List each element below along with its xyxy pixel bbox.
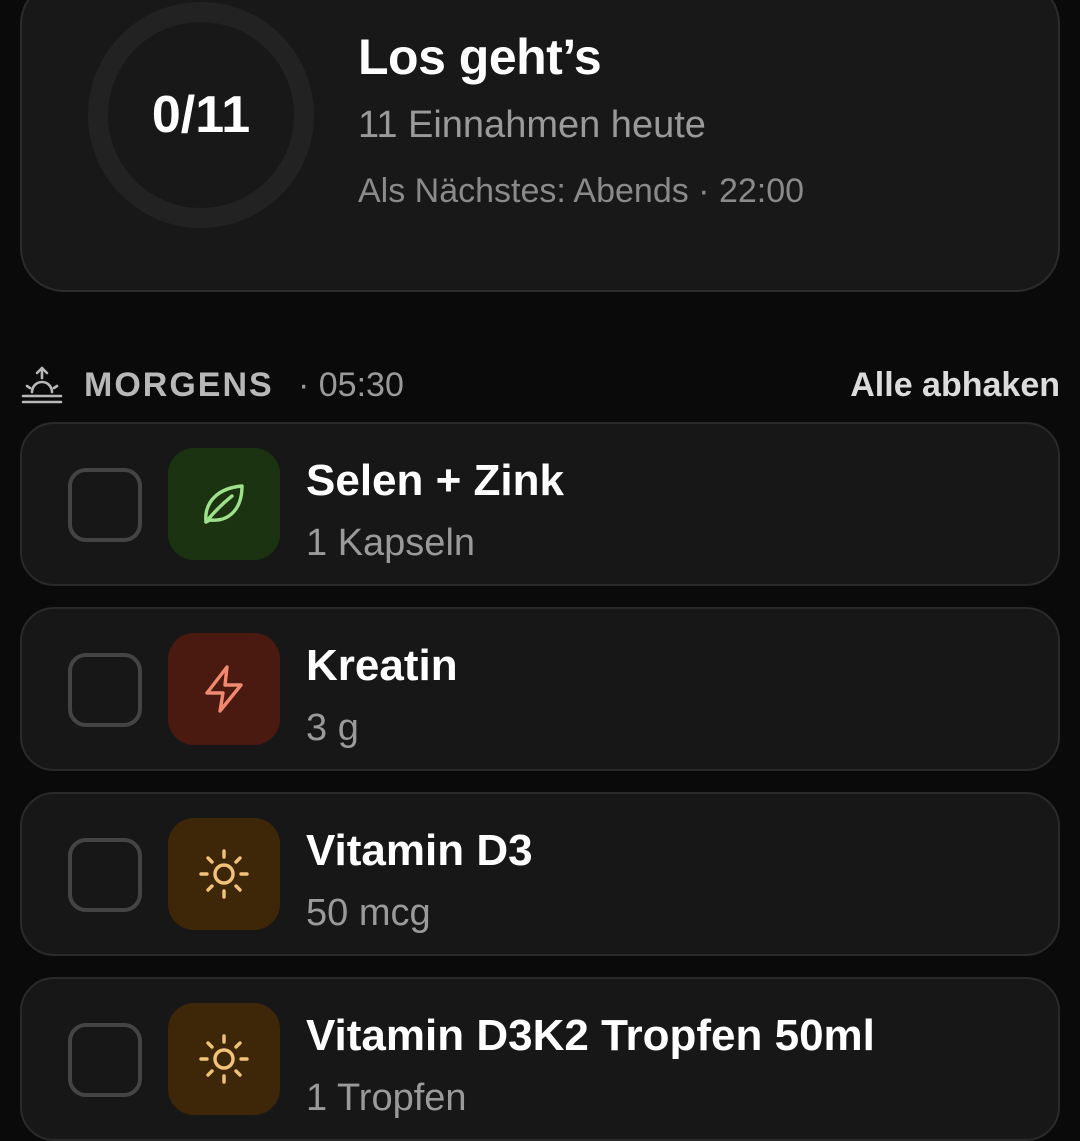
- item-name: Vitamin D3: [306, 826, 533, 875]
- supplement-item[interactable]: Kreatin 3 g: [20, 607, 1060, 771]
- item-name: Selen + Zink: [306, 456, 564, 505]
- section-time: · 05:30: [298, 366, 404, 404]
- item-checkbox[interactable]: [68, 1023, 142, 1097]
- section-title: MORGENS: [84, 366, 274, 404]
- summary-title: Los geht’s: [358, 29, 602, 85]
- item-icon-tile: [168, 818, 280, 930]
- item-dose: 3 g: [306, 707, 359, 749]
- supplement-item[interactable]: Vitamin D3K2 Tropfen 50ml 1 Tropfen: [20, 977, 1060, 1141]
- item-dose: 1 Tropfen: [306, 1077, 467, 1119]
- sunrise-icon: [21, 366, 63, 404]
- summary-subtitle: 11 Einnahmen heute: [358, 104, 706, 146]
- item-icon-tile: [168, 448, 280, 560]
- item-icon-tile: [168, 633, 280, 745]
- lightning-icon: [205, 665, 243, 713]
- item-checkbox[interactable]: [68, 838, 142, 912]
- leaf-icon: [204, 484, 244, 524]
- progress-count: 0/11: [151, 86, 251, 144]
- supplement-item[interactable]: Vitamin D3 50 mcg: [20, 792, 1060, 956]
- next-intake: Als Nächstes: Abends · 22:00: [358, 172, 805, 210]
- item-dose: 1 Kapseln: [306, 522, 476, 564]
- progress-summary-card: 0/11 Los geht’s 11 Einnahmen heute Als N…: [20, 0, 1060, 292]
- item-name: Vitamin D3K2 Tropfen 50ml: [306, 1011, 875, 1060]
- sun-icon: [199, 1034, 249, 1084]
- item-dose: 50 mcg: [306, 892, 431, 934]
- item-checkbox[interactable]: [68, 653, 142, 727]
- item-icon-tile: [168, 1003, 280, 1115]
- supplement-item[interactable]: Selen + Zink 1 Kapseln: [20, 422, 1060, 586]
- check-all-button[interactable]: Alle abhaken: [850, 366, 1060, 405]
- section-header-morning: MORGENS · 05:30 Alle abhaken: [20, 360, 1060, 410]
- sun-icon: [199, 849, 249, 899]
- item-name: Kreatin: [306, 641, 458, 690]
- item-checkbox[interactable]: [68, 468, 142, 542]
